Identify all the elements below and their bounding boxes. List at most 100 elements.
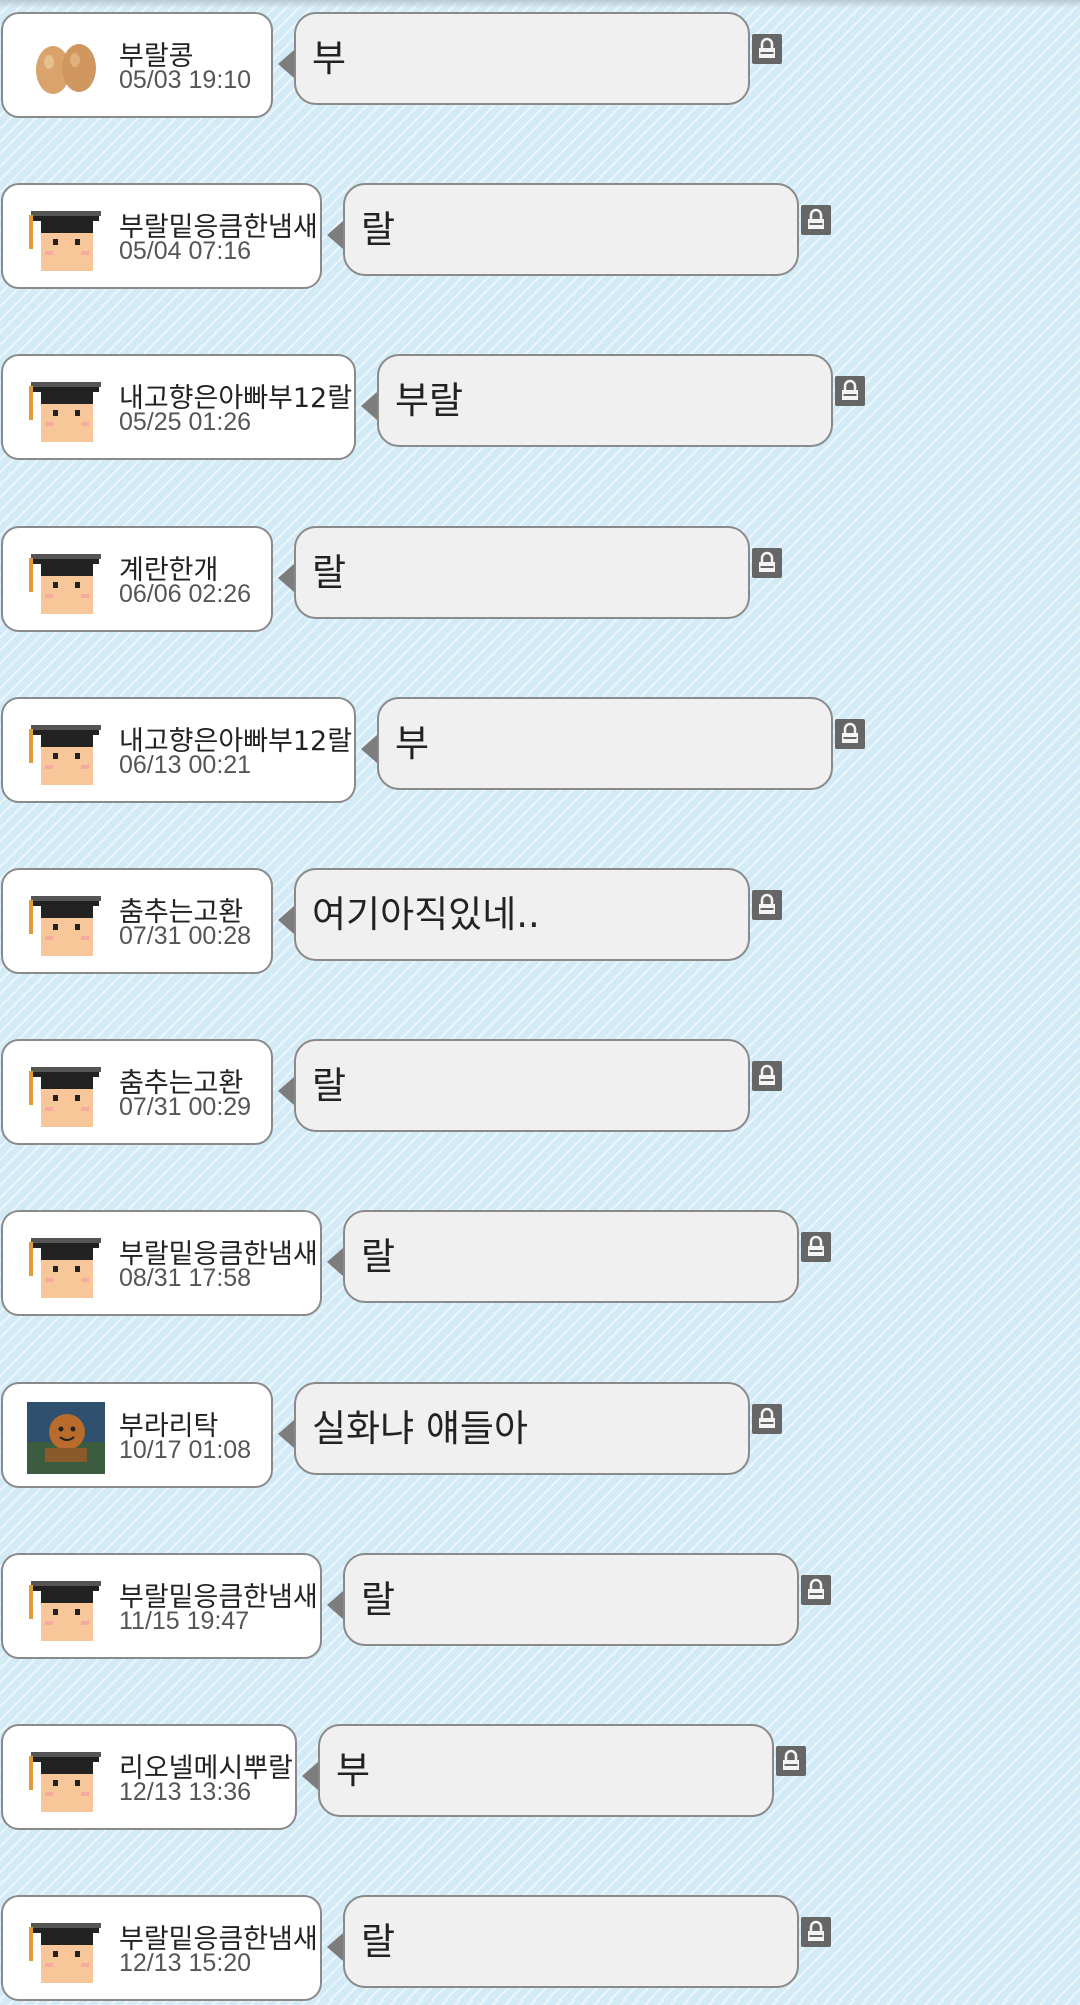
message-row: 춤추는고환 07/31 00:29 랄: [0, 1039, 1080, 1149]
lock-icon[interactable]: [801, 1917, 831, 1948]
graduate-avatar-image: [29, 1923, 101, 1984]
graduate-avatar-image: [29, 1238, 101, 1299]
message-feed[interactable]: 부랄콩 05/03 19:10 부 부랄밑응큼한냄새 05/04 07:16 랄: [0, 0, 1080, 2002]
graduate-avatar[interactable]: [27, 374, 105, 446]
message-bubble[interactable]: 랄: [343, 1210, 799, 1304]
post-time: 07/31 00:28: [119, 922, 252, 950]
message-bubble[interactable]: 부: [318, 1724, 774, 1817]
message-text: 여기아직있네..: [312, 893, 540, 936]
message-text: 랄: [312, 550, 347, 594]
message-bubble[interactable]: 실화냐 얘들아: [294, 1381, 750, 1475]
author-card[interactable]: 내고향은아빠부12랄 05/25 01:26: [1, 354, 356, 461]
message-bubble[interactable]: 랄: [343, 1895, 799, 1989]
message-bubble[interactable]: 랄: [343, 183, 799, 277]
post-time: 08/31 17:58: [119, 1264, 252, 1293]
lock-icon-glyph: [759, 893, 775, 914]
message-bubble[interactable]: 랄: [343, 1552, 799, 1646]
message-bubble[interactable]: 랄: [294, 525, 750, 619]
lock-icon[interactable]: [752, 547, 782, 578]
message-row: 내고향은아빠부12랄 06/13 00:21 부: [0, 696, 1080, 807]
lock-icon[interactable]: [801, 1232, 831, 1263]
graduate-avatar[interactable]: [27, 1744, 105, 1816]
bubble-tail: [327, 221, 343, 250]
lock-icon[interactable]: [801, 1574, 831, 1605]
lock-icon[interactable]: [752, 890, 782, 920]
lock-icon-glyph: [808, 1578, 824, 1599]
bubble-tail: [361, 734, 377, 763]
graduate-avatar-image: [29, 382, 101, 443]
lock-icon-glyph: [842, 380, 858, 401]
lock-icon[interactable]: [835, 718, 865, 749]
author-card[interactable]: 내고향은아빠부12랄 06/13 00:21: [1, 696, 356, 803]
message-text: 부: [312, 37, 347, 80]
graduate-avatar[interactable]: [27, 546, 105, 618]
cookie-avatar[interactable]: [27, 1401, 105, 1474]
author-card[interactable]: 부랄밑응큼한냄새 05/04 07:16: [1, 183, 322, 290]
message-bubble[interactable]: 부: [377, 696, 833, 790]
post-time: 10/17 01:08: [119, 1435, 252, 1464]
author-card[interactable]: 부랄밑응큼한냄새 08/31 17:58: [1, 1210, 322, 1317]
lock-icon-glyph: [759, 551, 775, 572]
post-time: 07/31 00:29: [119, 1093, 252, 1122]
message-text: 랄: [361, 1235, 396, 1279]
message-row: 리오넬메시뿌랄 12/13 13:36 부: [0, 1724, 1080, 1834]
lock-icon-glyph: [808, 1236, 824, 1257]
lock-icon[interactable]: [752, 1061, 782, 1092]
graduate-avatar[interactable]: [27, 203, 105, 275]
author-card[interactable]: 춤추는고환 07/31 00:29: [1, 1039, 273, 1146]
message-text: 랄: [312, 1064, 347, 1108]
message-bubble[interactable]: 부랄: [377, 354, 833, 448]
graduate-avatar[interactable]: [27, 1573, 105, 1645]
bubble-tail: [278, 563, 294, 592]
lock-icon-glyph: [759, 1065, 775, 1086]
message-text: 부랄: [395, 379, 464, 423]
lock-icon[interactable]: [835, 376, 865, 407]
post-time: 05/25 01:26: [119, 408, 252, 437]
graduate-avatar[interactable]: [27, 1059, 105, 1131]
message-bubble[interactable]: 랄: [294, 1039, 750, 1133]
lock-icon-glyph: [759, 1407, 775, 1428]
graduate-avatar[interactable]: [27, 888, 105, 960]
author-card[interactable]: 부랄밑응큼한냄새 11/15 19:47: [1, 1552, 322, 1659]
graduate-avatar-image: [29, 211, 101, 272]
message-bubble[interactable]: 부: [294, 12, 750, 105]
message-row: 부랄밑응큼한냄새 12/13 15:20 랄: [0, 1895, 1080, 2005]
bubble-tail: [327, 1933, 343, 1962]
lock-icon[interactable]: [801, 205, 831, 236]
author-card[interactable]: 부랄콩 05/03 19:10: [1, 12, 273, 118]
graduate-avatar-image: [29, 896, 101, 956]
post-time: 06/13 00:21: [119, 750, 252, 779]
post-time: 12/13 15:20: [119, 1949, 252, 1978]
post-time: 11/15 19:47: [119, 1606, 250, 1635]
author-card[interactable]: 춤추는고환 07/31 00:28: [1, 868, 273, 974]
graduate-avatar-image: [29, 1067, 101, 1128]
lock-icon[interactable]: [776, 1746, 806, 1776]
message-row: 부랄밑응큼한냄새 05/04 07:16 랄: [0, 183, 1080, 293]
message-text: 랄: [361, 1577, 396, 1621]
message-bubble[interactable]: 여기아직있네..: [294, 868, 750, 961]
author-card[interactable]: 계란한개 06/06 02:26: [1, 525, 273, 632]
lock-icon-glyph: [842, 722, 858, 743]
graduate-avatar[interactable]: [27, 717, 105, 789]
graduate-avatar[interactable]: [27, 1230, 105, 1302]
bubble-tail: [278, 50, 294, 78]
cookie-avatar-image: [27, 1401, 105, 1474]
message-row: 부라리탁 10/17 01:08 실화냐 얘들아: [0, 1381, 1080, 1492]
bubble-tail: [278, 906, 294, 934]
lock-icon-glyph: [808, 1921, 824, 1942]
graduate-avatar[interactable]: [27, 1915, 105, 1987]
peanut-avatar[interactable]: [27, 32, 105, 104]
author-card[interactable]: 부랄밑응큼한냄새 12/13 15:20: [1, 1895, 322, 2002]
graduate-avatar-image: [29, 553, 101, 614]
lock-icon-glyph: [783, 1749, 799, 1770]
lock-icon[interactable]: [752, 34, 782, 64]
author-card[interactable]: 리오넬메시뿌랄 12/13 13:36: [1, 1724, 297, 1830]
author-card[interactable]: 부라리탁 10/17 01:08: [1, 1381, 273, 1488]
post-time: 06/06 02:26: [119, 579, 252, 608]
lock-icon-glyph: [759, 37, 775, 58]
message-row: 계란한개 06/06 02:26 랄: [0, 525, 1080, 636]
lock-icon[interactable]: [752, 1403, 782, 1434]
graduate-avatar-image: [29, 724, 101, 785]
bubble-tail: [302, 1762, 318, 1790]
bubble-tail: [327, 1590, 343, 1619]
